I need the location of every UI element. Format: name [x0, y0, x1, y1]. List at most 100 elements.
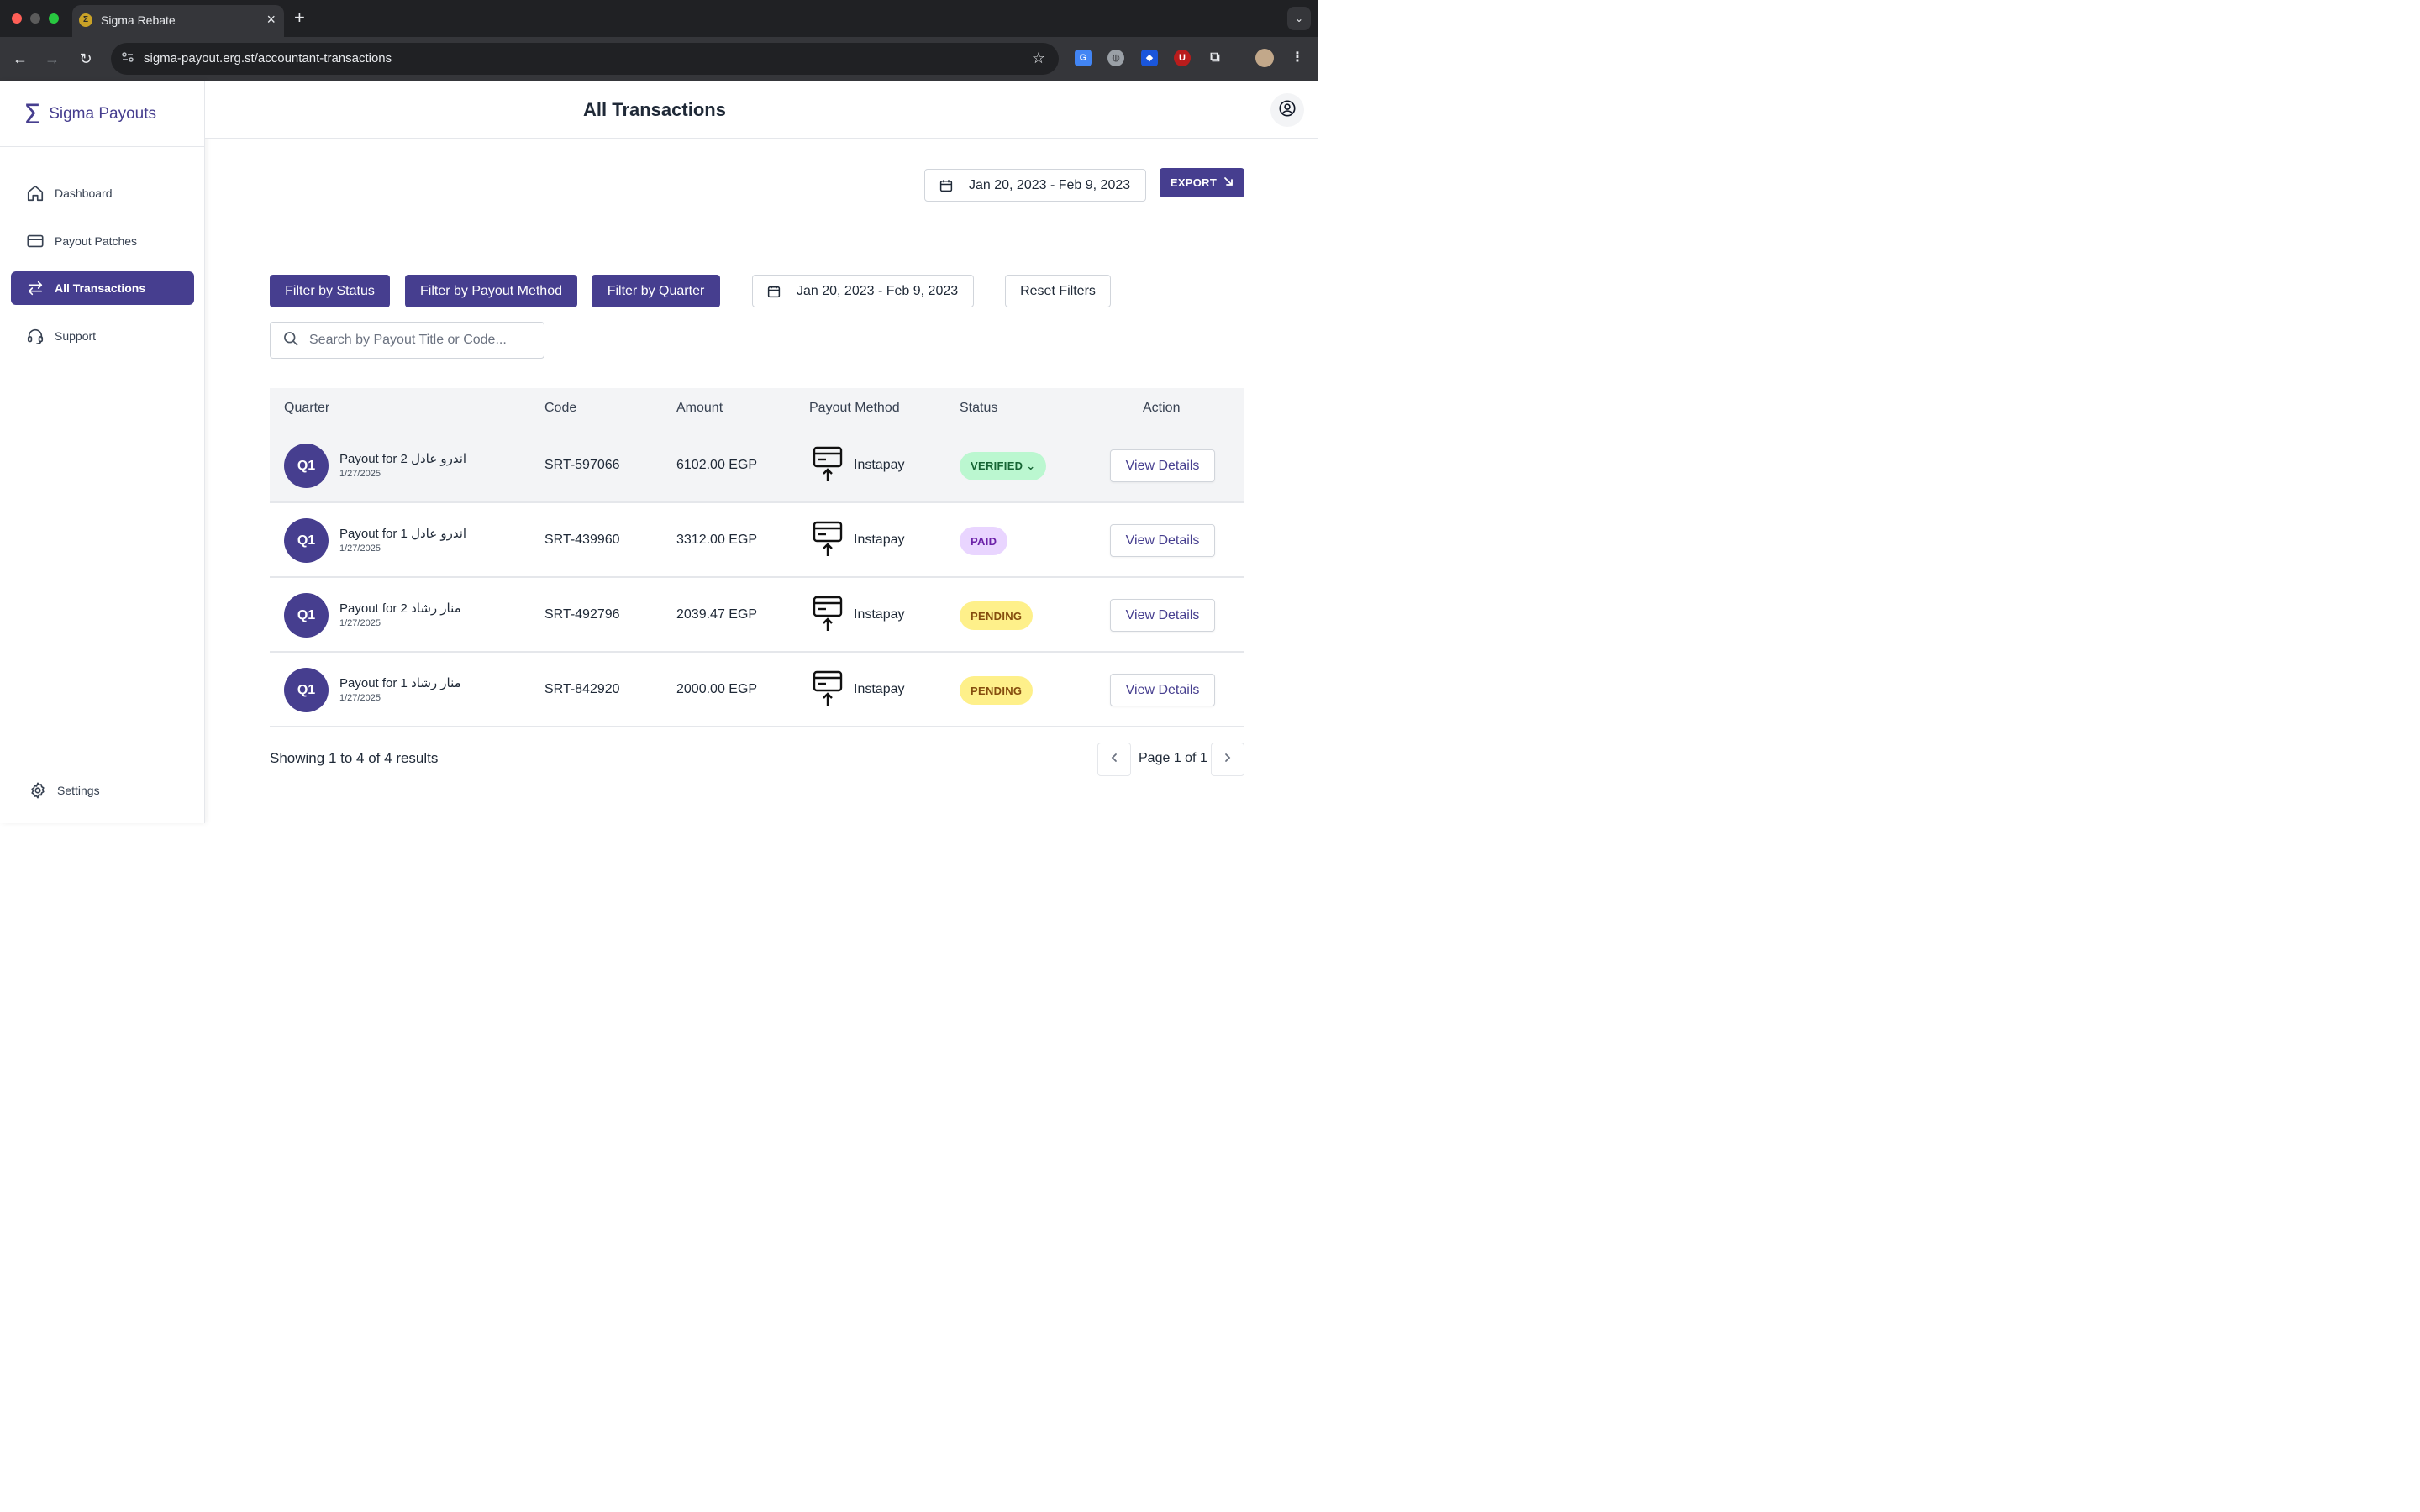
user-account-button[interactable] — [1270, 93, 1304, 127]
ublock-extension-icon[interactable]: U — [1174, 50, 1191, 66]
status-badge: PENDING — [960, 676, 1034, 705]
filter-by-quarter-button[interactable]: Filter by Quarter — [592, 275, 720, 307]
status-badge: PAID — [960, 527, 1008, 555]
sigma-logo-icon: Σ — [24, 98, 41, 130]
tab-title: Sigma Rebate — [101, 13, 176, 27]
view-details-button[interactable]: View Details — [1110, 599, 1215, 632]
card-upload-icon — [813, 521, 843, 562]
payout-code: SRT-492796 — [544, 607, 620, 622]
url-text: sigma-payout.erg.st/accountant-transacti… — [144, 51, 392, 66]
table-row: Q1 Payout for 2 اندرو عادل 1/27/2025 SRT… — [270, 428, 1244, 503]
card-icon — [26, 232, 45, 250]
arrows-exchange-icon — [26, 279, 45, 297]
column-header-amount: Amount — [676, 401, 723, 415]
brand-name: Sigma Payouts — [49, 105, 157, 123]
tab-search-chevron-icon[interactable]: ⌄ — [1287, 7, 1311, 30]
export-button[interactable]: EXPORT — [1160, 168, 1244, 197]
reset-filters-button[interactable]: Reset Filters — [1005, 275, 1111, 307]
payout-title: Payout for 1 منار رشاد — [339, 676, 461, 690]
filter-by-status-button[interactable]: Filter by Status — [270, 275, 390, 307]
results-to-word: to — [336, 750, 357, 766]
results-from: 1 — [328, 750, 337, 766]
sidebar-item-settings[interactable]: Settings — [29, 781, 100, 800]
search-icon — [282, 330, 299, 351]
table-row: Q1 Payout for 2 منار رشاد 1/27/2025 SRT-… — [270, 578, 1244, 653]
new-tab-icon[interactable]: + — [294, 8, 305, 27]
calendar-icon — [939, 179, 953, 192]
payout-method: Instapay — [854, 682, 905, 696]
forward-arrow-icon[interactable]: → — [42, 49, 62, 69]
payout-amount: 2000.00 EGP — [676, 682, 758, 696]
payout-title: Payout for 2 منار رشاد — [339, 601, 461, 616]
payout-date: 1/27/2025 — [339, 543, 381, 554]
date-range-text: Jan 20, 2023 - Feb 9, 2023 — [797, 283, 959, 298]
search-field[interactable] — [270, 322, 544, 359]
sidebar-divider — [0, 146, 205, 147]
payout-method: Instapay — [854, 533, 905, 547]
translate-extension-icon[interactable]: G — [1075, 50, 1092, 66]
bookmark-star-icon[interactable]: ☆ — [1032, 50, 1045, 67]
payout-method: Instapay — [854, 607, 905, 622]
view-details-button[interactable]: View Details — [1110, 674, 1215, 706]
home-icon — [26, 184, 45, 202]
payout-code: SRT-439960 — [544, 533, 620, 547]
arrow-down-right-icon — [1223, 176, 1234, 189]
date-range-text: Jan 20, 2023 - Feb 9, 2023 — [969, 177, 1131, 192]
sidebar-item-dashboard[interactable]: Dashboard — [11, 176, 194, 210]
calendar-icon — [767, 285, 781, 297]
quarter-avatar: Q1 — [284, 444, 329, 488]
search-input[interactable] — [309, 333, 536, 348]
payout-date: 1/27/2025 — [339, 693, 381, 703]
column-header-action: Action — [1143, 401, 1181, 415]
favicon-icon: Σ — [79, 13, 92, 27]
extensions-puzzle-icon[interactable]: ⧉ — [1207, 50, 1223, 66]
quarter-avatar: Q1 — [284, 593, 329, 638]
view-details-button[interactable]: View Details — [1110, 524, 1215, 557]
transactions-table: Quarter Code Amount Payout Method Status… — [270, 388, 1244, 727]
column-header-payout-method: Payout Method — [809, 401, 900, 415]
quarter-avatar: Q1 — [284, 518, 329, 563]
view-details-button[interactable]: View Details — [1110, 449, 1215, 482]
column-header-status: Status — [960, 401, 998, 415]
site-info-icon[interactable] — [119, 50, 136, 67]
payout-date: 1/27/2025 — [339, 618, 381, 628]
filter-by-payout-method-button[interactable]: Filter by Payout Method — [405, 275, 577, 307]
logo[interactable]: Σ Sigma Payouts — [24, 101, 156, 128]
payout-amount: 3312.00 EGP — [676, 533, 758, 547]
settings-label: Settings — [57, 784, 100, 797]
tab-close-icon[interactable]: × — [266, 11, 276, 28]
results-summary: Showing 1 to 4 of 4 results — [270, 750, 438, 767]
browser-tab[interactable]: Σ Sigma Rebate × — [72, 5, 284, 37]
payout-title: Payout for 1 اندرو عادل — [339, 527, 467, 541]
date-range-picker-filter[interactable]: Jan 20, 2023 - Feb 9, 2023 — [752, 275, 974, 307]
results-suffix: results — [392, 750, 439, 766]
table-row: Q1 Payout for 1 منار رشاد 1/27/2025 SRT-… — [270, 653, 1244, 727]
reload-icon[interactable]: ↻ — [76, 49, 96, 69]
back-arrow-icon[interactable]: ← — [10, 49, 30, 69]
app-header: All Transactions — [205, 81, 1318, 139]
results-of-word: of — [364, 750, 385, 766]
globe-extension-icon[interactable]: ◍ — [1107, 50, 1124, 66]
sidebar-item-all-transactions[interactable]: All Transactions — [11, 271, 194, 305]
results-to: 4 — [356, 750, 365, 766]
column-header-quarter: Quarter — [284, 401, 330, 415]
payout-amount: 6102.00 EGP — [676, 458, 758, 472]
date-range-picker-top[interactable]: Jan 20, 2023 - Feb 9, 2023 — [924, 169, 1146, 202]
close-window-button[interactable] — [12, 13, 22, 24]
next-page-button[interactable] — [1211, 743, 1244, 776]
address-bar[interactable]: sigma-payout.erg.st/accountant-transacti… — [111, 43, 1059, 75]
browser-toolbar: ← → ↻ sigma-payout.erg.st/accountant-tra… — [0, 37, 1318, 81]
sidebar-item-support[interactable]: Support — [11, 319, 194, 353]
profile-avatar[interactable] — [1255, 49, 1274, 67]
minimize-window-button[interactable] — [30, 13, 40, 24]
card-upload-icon — [813, 670, 843, 711]
sidebar-item-label: All Transactions — [55, 281, 146, 295]
page-title: All Transactions — [583, 99, 726, 120]
browser-menu-icon[interactable]: ⋮ — [1289, 50, 1306, 66]
table-row: Q1 Payout for 1 اندرو عادل 1/27/2025 SRT… — [270, 503, 1244, 578]
status-badge-dropdown[interactable]: VERIFIED ⌄ — [960, 452, 1047, 480]
maximize-window-button[interactable] — [49, 13, 59, 24]
shield-extension-icon[interactable]: ◆ — [1141, 50, 1158, 66]
sidebar-item-payout-patches[interactable]: Payout Patches — [11, 224, 194, 258]
previous-page-button[interactable] — [1097, 743, 1131, 776]
